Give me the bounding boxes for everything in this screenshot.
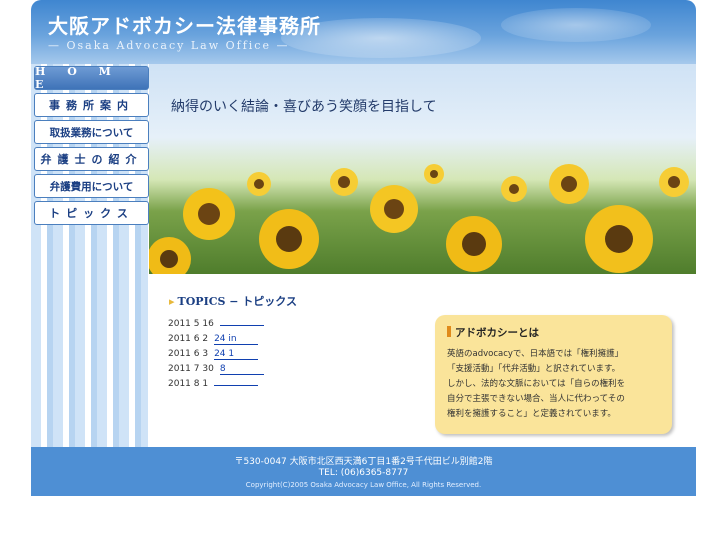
sunflowers bbox=[149, 164, 689, 274]
hero-banner: 納得のいく結論・喜びあう笑顔を目指して bbox=[149, 64, 696, 274]
nav-office-info[interactable]: 事務所案内 bbox=[34, 93, 149, 117]
topic-date: 2011 6 2 bbox=[168, 334, 209, 344]
site-subtitle: — Osaka Advocacy Law Office — bbox=[48, 39, 290, 52]
topic-item: 2011 6 3 24 1 bbox=[168, 349, 259, 360]
arrow-right-icon: ▸ bbox=[169, 295, 175, 308]
about-line: 自分で主張できない場合、当人に代わってその bbox=[447, 394, 625, 404]
nav-fees[interactable]: 弁護費用について bbox=[34, 174, 149, 198]
topics-title: TOPICS − トピックス bbox=[177, 295, 297, 308]
site-header: 大阪アドボカシー法律事務所 — Osaka Advocacy Law Offic… bbox=[31, 0, 696, 64]
topics-heading: ▸ TOPICS − トピックス bbox=[169, 293, 297, 309]
advocacy-definition-box: アドボカシーとは 英語のadvocacyで、日本語では「権利擁護」 「支援活動」… bbox=[435, 315, 672, 434]
title-bar-icon bbox=[447, 326, 451, 337]
topic-date: 2011 6 3 bbox=[168, 349, 209, 359]
nav-lawyers[interactable]: 弁護士の紹介 bbox=[34, 147, 149, 171]
nav-topics[interactable]: トピックス bbox=[34, 201, 149, 225]
topic-link[interactable]: 24 in bbox=[214, 334, 259, 345]
header-cloud bbox=[501, 8, 651, 42]
topic-link[interactable]: 24 1 bbox=[214, 349, 259, 360]
main-nav: H O M E 事務所案内 取扱業務について 弁護士の紹介 弁護費用について ト… bbox=[34, 65, 149, 228]
nav-home[interactable]: H O M E bbox=[34, 65, 149, 91]
about-text: 英語のadvocacyで、日本語では「権利擁護」 「支援活動」「代弁活動」と訳さ… bbox=[447, 347, 660, 422]
topic-item: 2011 6 2 24 in bbox=[168, 334, 259, 345]
topic-item: 2011 7 30 8 bbox=[168, 364, 264, 375]
topic-date: 2011 7 30 bbox=[168, 364, 214, 374]
topic-link[interactable] bbox=[219, 325, 264, 326]
site-footer: 〒530-0047 大阪市北区西天満6丁目1番2号千代田ビル別館2階 TEL: … bbox=[31, 447, 696, 496]
topic-link[interactable]: 8 bbox=[219, 364, 264, 375]
nav-services[interactable]: 取扱業務について bbox=[34, 120, 149, 144]
topic-link[interactable] bbox=[214, 385, 259, 386]
topic-item: 2011 5 16 bbox=[168, 319, 264, 329]
about-title-text: アドボカシーとは bbox=[455, 327, 539, 339]
about-line: 「支援活動」「代弁活動」と訳されています。 bbox=[447, 364, 621, 374]
footer-tel: TEL: (06)6365-8777 bbox=[318, 468, 409, 478]
about-line: しかし、法的な文脈においては「自らの権利を bbox=[447, 379, 626, 389]
topic-date: 2011 8 1 bbox=[168, 379, 209, 389]
hero-slogan: 納得のいく結論・喜びあう笑顔を目指して bbox=[171, 99, 437, 115]
footer-copyright: Copyright(C)2005 Osaka Advocacy Law Offi… bbox=[245, 481, 482, 489]
topic-date: 2011 5 16 bbox=[168, 319, 214, 329]
page: 大阪アドボカシー法律事務所 — Osaka Advocacy Law Offic… bbox=[31, 0, 696, 496]
footer-address: 〒530-0047 大阪市北区西天満6丁目1番2号千代田ビル別館2階 bbox=[234, 457, 493, 467]
about-line: 英語のadvocacyで、日本語では「権利擁護」 bbox=[447, 349, 624, 359]
topic-item: 2011 8 1 bbox=[168, 379, 259, 389]
about-title: アドボカシーとは bbox=[447, 325, 660, 340]
site-title[interactable]: 大阪アドボカシー法律事務所 bbox=[48, 10, 321, 39]
about-line: 権利を擁護すること」と定義されています。 bbox=[447, 409, 616, 419]
